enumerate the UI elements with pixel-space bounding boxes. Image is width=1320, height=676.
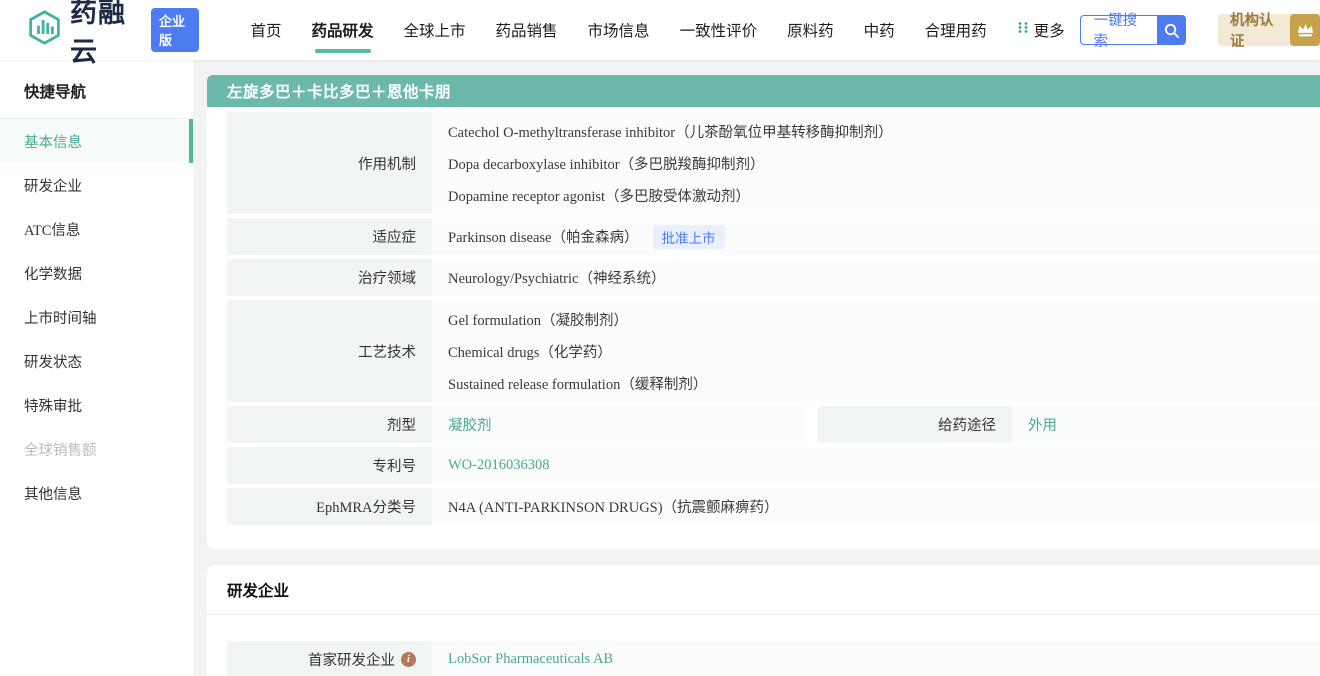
basic-info-card: 作用机制 Catechol O-methyltransferase inhibi… xyxy=(207,107,1320,549)
sidebar-item-global-sales: 全球销售额 xyxy=(0,427,193,471)
drug-title-bar: 左旋多巴＋卡比多巴＋恩他卡朋 xyxy=(207,75,1320,107)
grid-dots-icon xyxy=(1017,21,1029,39)
nav-item-market-info[interactable]: 市场信息 xyxy=(573,0,665,60)
first-company-link[interactable]: LobSor Pharmaceuticals AB xyxy=(448,651,613,668)
sidebar-item-rd-status[interactable]: 研发状态 xyxy=(0,339,193,383)
row-label: 工艺技术 xyxy=(227,300,432,402)
active-tab-underline xyxy=(315,49,371,53)
row-label: 首家研发企业 xyxy=(308,649,395,670)
mechanism-value: Dopamine receptor agonist（多巴胺受体激动剂） xyxy=(448,179,1320,211)
edition-badge: 企业版 xyxy=(151,8,200,52)
quick-nav-sidebar: 快捷导航 基本信息 研发企业 ATC信息 化学数据 上市时间轴 研发状态 特殊审… xyxy=(0,60,193,676)
sidebar-item-launch-timeline[interactable]: 上市时间轴 xyxy=(0,295,193,339)
sidebar-item-atc-info[interactable]: ATC信息 xyxy=(0,207,193,251)
sidebar-item-special-approval[interactable]: 特殊审批 xyxy=(0,383,193,427)
brand-name: 药融云 xyxy=(70,0,140,69)
one-click-search-button[interactable]: 一键搜索 xyxy=(1080,15,1186,45)
main-nav: 首页 药品研发 全球上市 药品销售 市场信息 一致性评价 原料药 中药 合理用药… xyxy=(235,0,1079,60)
section-title: 研发企业 xyxy=(207,565,1320,615)
admin-route-link[interactable]: 外用 xyxy=(1028,414,1057,435)
top-navbar: 药融云 企业版 首页 药品研发 全球上市 药品销售 市场信息 一致性评价 原料药… xyxy=(0,0,1320,60)
crown-icon xyxy=(1290,14,1320,46)
search-icon[interactable] xyxy=(1157,15,1186,45)
nav-item-drug-rd[interactable]: 药品研发 xyxy=(297,0,389,60)
indication-value: Parkinson disease（帕金森病） xyxy=(448,226,639,247)
therapy-area-value: Neurology/Psychiatric（神经系统） xyxy=(432,259,1320,296)
sidebar-item-other-info[interactable]: 其他信息 xyxy=(0,471,193,515)
main-content: 左旋多巴＋卡比多巴＋恩他卡朋 作用机制 Catechol O-methyltra… xyxy=(207,60,1320,676)
technology-value: Sustained release formulation（缓释制剂） xyxy=(448,367,1320,399)
row-technology: 工艺技术 Gel formulation（凝胶制剂） Chemical drug… xyxy=(227,300,1320,402)
brand-logo[interactable]: 药融云 企业版 xyxy=(26,0,199,69)
row-first-company: 首家研发企业 i LobSor Pharmaceuticals AB xyxy=(227,641,1320,676)
row-mechanism: 作用机制 Catechol O-methyltransferase inhibi… xyxy=(227,112,1320,214)
row-indication: 适应症 Parkinson disease（帕金森病） 批准上市 xyxy=(227,218,1320,255)
row-label: 给药途径 xyxy=(817,406,1012,443)
row-label: 专利号 xyxy=(227,447,432,484)
org-certification-button[interactable]: 机构认证 xyxy=(1218,14,1320,46)
nav-item-drug-sales[interactable]: 药品销售 xyxy=(481,0,573,60)
mechanism-value: Catechol O-methyltransferase inhibitor（儿… xyxy=(448,115,1320,147)
row-dosage-route: 剂型 凝胶剂 给药途径 外用 xyxy=(227,406,1320,443)
approved-launch-badge[interactable]: 批准上市 xyxy=(653,225,725,249)
technology-value: Chemical drugs（化学药） xyxy=(448,335,1320,367)
dev-companies-card: 研发企业 首家研发企业 i LobSor Pharmaceuticals AB … xyxy=(207,565,1320,676)
nav-item-more[interactable]: 更多 xyxy=(1002,0,1080,60)
ephmra-value: N4A (ANTI-PARKINSON DRUGS)（抗震颤麻痹药） xyxy=(432,488,1320,525)
logo-hexagon-icon xyxy=(26,9,63,51)
technology-value: Gel formulation（凝胶制剂） xyxy=(448,303,1320,335)
mechanism-value: Dopa decarboxylase inhibitor（多巴脱羧酶抑制剂） xyxy=(448,147,1320,179)
nav-item-consistency-eval[interactable]: 一致性评价 xyxy=(665,0,773,60)
nav-item-global-launch[interactable]: 全球上市 xyxy=(389,0,481,60)
row-patent: 专利号 WO-2016036308 xyxy=(227,447,1320,484)
nav-item-tcm[interactable]: 中药 xyxy=(849,0,910,60)
row-label: 治疗领域 xyxy=(227,259,432,296)
info-icon[interactable]: i xyxy=(401,652,416,667)
sidebar-item-dev-companies[interactable]: 研发企业 xyxy=(0,163,193,207)
row-label: 作用机制 xyxy=(227,112,432,214)
row-label: 适应症 xyxy=(227,218,432,255)
nav-item-home[interactable]: 首页 xyxy=(235,0,296,60)
nav-item-rational-use[interactable]: 合理用药 xyxy=(910,0,1002,60)
nav-item-api[interactable]: 原料药 xyxy=(772,0,849,60)
row-therapy-area: 治疗领域 Neurology/Psychiatric（神经系统） xyxy=(227,259,1320,296)
dosage-form-link[interactable]: 凝胶剂 xyxy=(448,414,492,435)
row-label: 剂型 xyxy=(227,406,432,443)
sidebar-item-basic-info[interactable]: 基本信息 xyxy=(0,119,193,163)
row-label: EphMRA分类号 xyxy=(227,488,432,525)
drug-title: 左旋多巴＋卡比多巴＋恩他卡朋 xyxy=(227,80,451,102)
patent-number-link[interactable]: WO-2016036308 xyxy=(448,457,550,474)
row-ephmra: EphMRA分类号 N4A (ANTI-PARKINSON DRUGS)（抗震颤… xyxy=(227,488,1320,525)
sidebar-item-chemical-data[interactable]: 化学数据 xyxy=(0,251,193,295)
